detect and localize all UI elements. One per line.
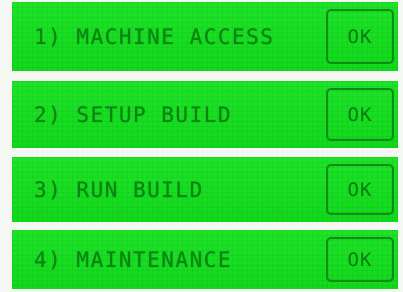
ok-button-run-build[interactable]: OK	[326, 164, 394, 215]
menu-item-label: 3) RUN BUILD	[34, 177, 204, 202]
menu-item-machine-access[interactable]: 1) MACHINE ACCESS OK	[12, 2, 398, 71]
menu-item-run-build[interactable]: 3) RUN BUILD OK	[12, 157, 398, 222]
lcd-menu-screen: 1) MACHINE ACCESS OK 2) SETUP BUILD OK 3…	[0, 0, 403, 292]
ok-button-machine-access[interactable]: OK	[326, 9, 394, 64]
menu-item-setup-build[interactable]: 2) SETUP BUILD OK	[12, 81, 398, 148]
menu-item-label: 4) MAINTENANCE	[34, 247, 233, 272]
ok-button-setup-build[interactable]: OK	[326, 88, 394, 141]
menu-item-label: 1) MACHINE ACCESS	[34, 24, 275, 49]
menu-item-maintenance[interactable]: 4) MAINTENANCE OK	[12, 230, 398, 289]
ok-button-maintenance[interactable]: OK	[326, 237, 394, 282]
menu-item-label: 2) SETUP BUILD	[34, 102, 233, 127]
